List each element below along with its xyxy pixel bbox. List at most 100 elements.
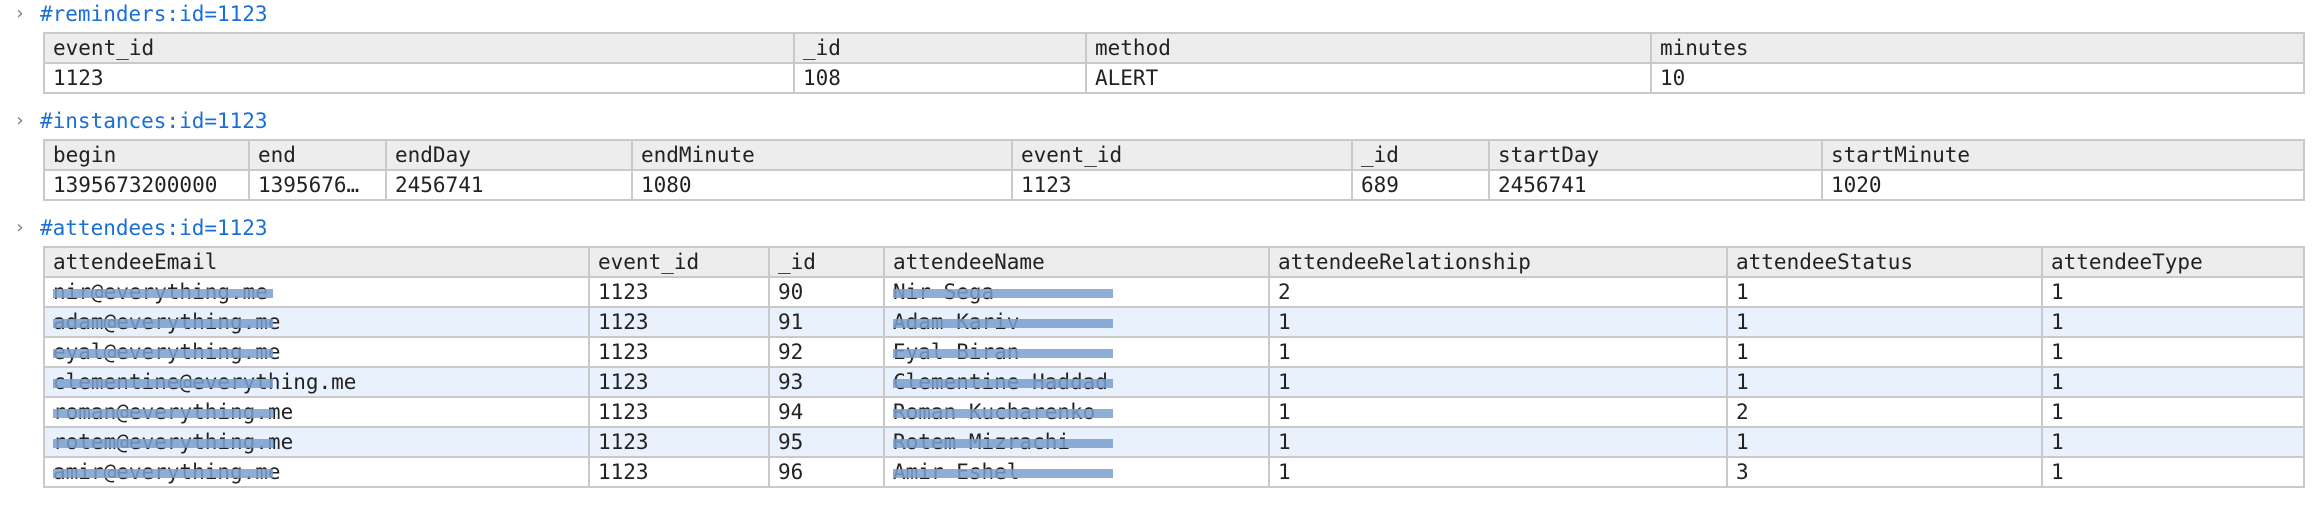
column-header[interactable]: event_id bbox=[588, 246, 770, 278]
table-row[interactable]: nir@everything.me112390Nir Sega211 bbox=[43, 276, 2305, 308]
column-header[interactable]: method bbox=[1085, 32, 1652, 64]
table-cell: 10 bbox=[1650, 62, 2305, 94]
table-cell: 1123 bbox=[1011, 169, 1353, 201]
table-cell: 1 bbox=[2041, 456, 2305, 488]
column-header[interactable]: attendeeName bbox=[883, 246, 1270, 278]
table-cell: 1 bbox=[1268, 426, 1728, 458]
table-cell: 1123 bbox=[588, 396, 770, 428]
instances-title: #instances:id=1123 bbox=[40, 109, 268, 133]
table-cell: 94 bbox=[768, 396, 885, 428]
table-cell: 95 bbox=[768, 426, 885, 458]
redacted-text: clementine@everything.me bbox=[53, 369, 356, 395]
table-cell: 2 bbox=[1268, 276, 1728, 308]
table-cell: 1123 bbox=[588, 456, 770, 488]
table-header-row: event_id _id method minutes bbox=[43, 32, 2305, 64]
column-header[interactable]: event_id bbox=[1011, 139, 1353, 171]
attendee-email-cell: rotem@everything.me bbox=[43, 426, 590, 458]
table-cell: 1080 bbox=[631, 169, 1013, 201]
attendees-table: attendeeEmail event_id _id attendeeName … bbox=[43, 246, 2305, 488]
instances-section: › #instances:id=1123 begin end endDay en… bbox=[0, 107, 2314, 201]
attendee-email-cell: roman@everything.me bbox=[43, 396, 590, 428]
table-row[interactable]: 1123 108 ALERT 10 bbox=[43, 62, 2305, 94]
redaction-bar bbox=[53, 289, 273, 298]
attendee-name-cell: Rotem Mizrachi bbox=[883, 426, 1270, 458]
redacted-text: Roman Kucharenko bbox=[893, 399, 1113, 425]
redaction-bar bbox=[893, 379, 1113, 388]
column-header[interactable]: attendeeRelationship bbox=[1268, 246, 1728, 278]
table-cell: 1 bbox=[1726, 276, 2043, 308]
column-header[interactable]: endMinute bbox=[631, 139, 1013, 171]
column-header[interactable]: event_id bbox=[43, 32, 795, 64]
attendee-email-cell: clementine@everything.me bbox=[43, 366, 590, 398]
redacted-text: nir@everything.me bbox=[53, 279, 273, 305]
redacted-text: Eyal Biran bbox=[893, 339, 1113, 365]
attendees-table-body: nir@everything.me112390Nir Sega211adam@e… bbox=[43, 276, 2305, 488]
redaction-bar bbox=[53, 409, 273, 418]
table-cell: 93 bbox=[768, 366, 885, 398]
table-cell: 1123 bbox=[588, 306, 770, 338]
table-cell: 2 bbox=[1726, 396, 2043, 428]
redacted-text: adam@everything.me bbox=[53, 309, 281, 335]
chevron-right-icon[interactable]: › bbox=[10, 214, 30, 242]
redaction-bar bbox=[893, 349, 1113, 358]
redaction-bar bbox=[53, 349, 273, 358]
table-cell: 1 bbox=[1726, 306, 2043, 338]
attendee-name-cell: Nir Sega bbox=[883, 276, 1270, 308]
table-cell: 96 bbox=[768, 456, 885, 488]
attendee-email-cell: adam@everything.me bbox=[43, 306, 590, 338]
attendee-name-cell: Clementine Haddad bbox=[883, 366, 1270, 398]
table-cell: 1123 bbox=[588, 336, 770, 368]
table-cell: 90 bbox=[768, 276, 885, 308]
table-cell: 1 bbox=[2041, 276, 2305, 308]
column-header[interactable]: _id bbox=[793, 32, 1087, 64]
table-cell: 2456741 bbox=[385, 169, 633, 201]
table-cell: 108 bbox=[793, 62, 1087, 94]
attendee-name-cell: Roman Kucharenko bbox=[883, 396, 1270, 428]
table-cell: 91 bbox=[768, 306, 885, 338]
column-header[interactable]: attendeeStatus bbox=[1726, 246, 2043, 278]
table-row[interactable]: rotem@everything.me 112395 Rotem Mizrachi 1… bbox=[43, 426, 2305, 458]
redaction-bar bbox=[53, 439, 273, 448]
column-header[interactable]: endDay bbox=[385, 139, 633, 171]
column-header[interactable]: startMinute bbox=[1821, 139, 2305, 171]
table-header-row: attendeeEmail event_id _id attendeeName … bbox=[43, 246, 2305, 278]
column-header[interactable]: attendeeType bbox=[2041, 246, 2305, 278]
column-header[interactable]: begin bbox=[43, 139, 250, 171]
table-header-row: begin end endDay endMinute event_id _id … bbox=[43, 139, 2305, 171]
column-header[interactable]: attendeeEmail bbox=[43, 246, 590, 278]
attendee-email-cell: nir@everything.me bbox=[43, 276, 590, 308]
table-row[interactable]: 1395673200000 1395676… 2456741 1080 1123… bbox=[43, 169, 2305, 201]
chevron-right-icon[interactable]: › bbox=[10, 107, 30, 135]
column-header[interactable]: startDay bbox=[1488, 139, 1823, 171]
redaction-bar bbox=[893, 319, 1113, 328]
column-header[interactable]: minutes bbox=[1650, 32, 2305, 64]
table-cell: 1123 bbox=[43, 62, 795, 94]
table-cell: 1020 bbox=[1821, 169, 2305, 201]
redacted-text: Nir Sega bbox=[893, 279, 1113, 305]
redaction-bar bbox=[53, 319, 273, 328]
attendee-name-cell: Adam Kariv bbox=[883, 306, 1270, 338]
chevron-right-icon[interactable]: › bbox=[10, 0, 30, 28]
column-header[interactable]: end bbox=[248, 139, 387, 171]
redacted-text: Clementine Haddad bbox=[893, 369, 1113, 395]
column-header[interactable]: _id bbox=[768, 246, 885, 278]
reminders-section: › #reminders:id=1123 event_id _id method… bbox=[0, 0, 2314, 94]
table-cell: 1 bbox=[1268, 306, 1728, 338]
reminders-title: #reminders:id=1123 bbox=[40, 2, 268, 26]
attendee-name-cell: Eyal Biran bbox=[883, 336, 1270, 368]
redaction-bar bbox=[53, 469, 273, 478]
table-row[interactable]: roman@everything.me 112394 Roman Kucharenk… bbox=[43, 396, 2305, 428]
reminders-header: › #reminders:id=1123 bbox=[0, 0, 2314, 28]
table-row[interactable]: adam@everything.me112391Adam Kariv111 bbox=[43, 306, 2305, 338]
redaction-bar bbox=[893, 439, 1113, 448]
table-cell: 1 bbox=[2041, 396, 2305, 428]
redacted-text: Rotem Mizrachi bbox=[893, 429, 1113, 455]
table-row[interactable]: eyal@everything.me112392Eyal Biran111 bbox=[43, 336, 2305, 368]
column-header[interactable]: _id bbox=[1351, 139, 1490, 171]
attendees-title: #attendees:id=1123 bbox=[40, 216, 268, 240]
table-row[interactable]: amir@everything.me 112396 Amir Eshel 131 bbox=[43, 456, 2305, 488]
table-row[interactable]: clementine@everything.me 112393 Clementine… bbox=[43, 366, 2305, 398]
table-cell: 1123 bbox=[588, 366, 770, 398]
attendees-header: › #attendees:id=1123 bbox=[0, 214, 2314, 242]
redacted-text: rotem@everything.me bbox=[53, 429, 293, 455]
